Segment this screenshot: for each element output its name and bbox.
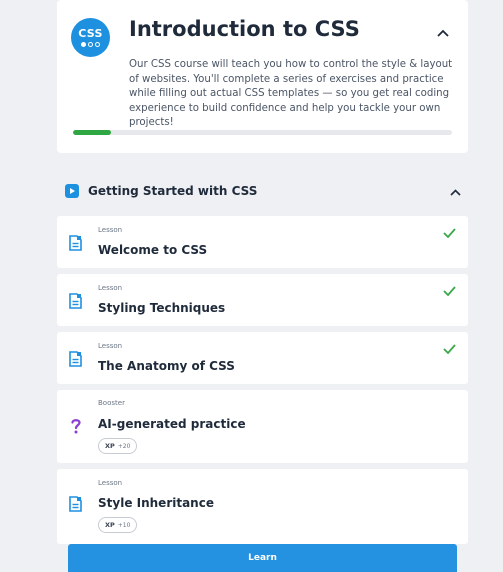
lesson-card[interactable]: Lesson Style Inheritance XP +10 bbox=[57, 469, 468, 544]
xp-badge: XP +20 bbox=[98, 438, 138, 454]
xp-label: XP bbox=[105, 442, 115, 450]
chevron-up-icon[interactable] bbox=[436, 26, 450, 40]
xp-value: +20 bbox=[117, 442, 131, 450]
lesson-type: Booster bbox=[98, 399, 125, 407]
check-icon bbox=[443, 344, 456, 354]
lesson-card[interactable]: Lesson Styling Techniques bbox=[57, 274, 468, 326]
xp-label: XP bbox=[105, 521, 115, 529]
section-title: Getting Started with CSS bbox=[88, 184, 258, 198]
document-icon bbox=[69, 496, 82, 512]
document-icon bbox=[69, 351, 82, 367]
lesson-title: The Anatomy of CSS bbox=[98, 359, 235, 373]
section-header[interactable]: Getting Started with CSS bbox=[57, 178, 468, 206]
lesson-title: Styling Techniques bbox=[98, 301, 226, 315]
lesson-title: AI-generated practice bbox=[98, 417, 246, 431]
lesson-type: Lesson bbox=[98, 342, 123, 350]
learn-button[interactable]: Learn bbox=[68, 544, 457, 572]
course-title: Introduction to CSS bbox=[129, 17, 360, 41]
css-course-icon: CSS bbox=[71, 18, 110, 57]
lesson-type: Lesson bbox=[98, 284, 123, 292]
lesson-card[interactable]: Booster AI-generated practice XP +20 bbox=[57, 390, 468, 463]
document-icon bbox=[69, 293, 82, 309]
lesson-card[interactable]: Lesson The Anatomy of CSS bbox=[57, 332, 468, 384]
lesson-title: Welcome to CSS bbox=[98, 243, 208, 257]
document-icon bbox=[69, 235, 82, 251]
lesson-type: Lesson bbox=[98, 479, 123, 487]
lesson-type: Lesson bbox=[98, 226, 123, 234]
lesson-card[interactable]: Lesson Welcome to CSS bbox=[57, 216, 468, 268]
chevron-up-icon[interactable] bbox=[448, 185, 462, 199]
course-card: CSS Introduction to CSS Our CSS course w… bbox=[57, 0, 468, 153]
course-description: Our CSS course will teach you how to con… bbox=[129, 59, 453, 128]
xp-badge: XP +10 bbox=[98, 517, 138, 533]
course-icon-label: CSS bbox=[78, 27, 103, 40]
play-icon bbox=[65, 184, 79, 198]
xp-value: +10 bbox=[117, 521, 131, 529]
course-icon-dots bbox=[81, 42, 100, 47]
question-mark-icon bbox=[71, 419, 81, 434]
check-icon bbox=[443, 286, 456, 296]
check-icon bbox=[443, 228, 456, 238]
course-progress-bar bbox=[73, 130, 452, 135]
lesson-title: Style Inheritance bbox=[98, 496, 214, 510]
course-progress-fill bbox=[73, 130, 111, 135]
